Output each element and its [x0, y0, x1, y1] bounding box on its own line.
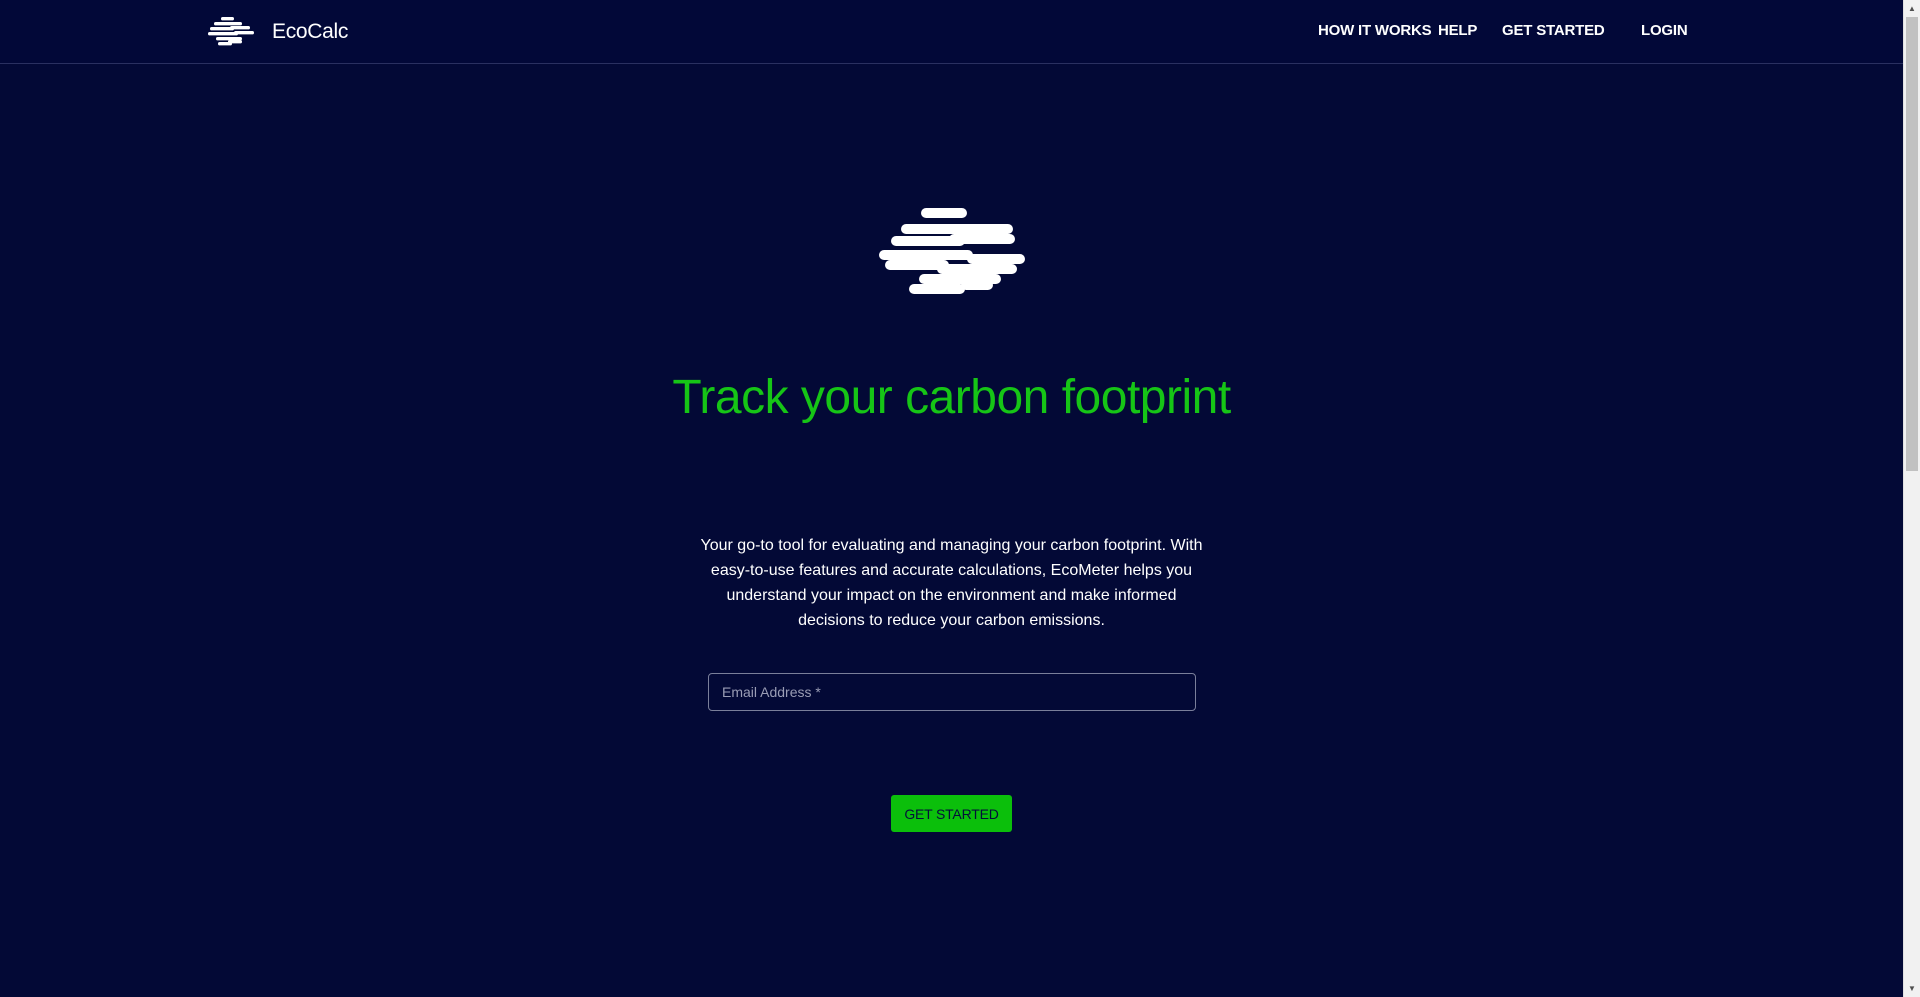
top-navbar: EcoCalc HOW IT WORKS HELP GET STARTED LO… — [0, 0, 1903, 64]
wind-stripes-logo-icon — [879, 208, 1025, 300]
email-field[interactable] — [709, 674, 1195, 710]
landing-page: EcoCalc HOW IT WORKS HELP GET STARTED LO… — [0, 0, 1920, 997]
hero-logo — [879, 208, 1025, 301]
nav-how-it-works[interactable]: HOW IT WORKS — [1318, 22, 1432, 39]
get-started-button[interactable]: GET STARTED — [891, 795, 1012, 832]
nav-help[interactable]: HELP — [1438, 22, 1477, 39]
nav-get-started[interactable]: GET STARTED — [1502, 22, 1605, 39]
scrollbar-thumb[interactable] — [1906, 17, 1918, 471]
hero-description: Your go-to tool for evaluating and manag… — [700, 537, 1203, 629]
vertical-scrollbar[interactable]: ▲ ▼ — [1903, 0, 1920, 997]
scroll-up-arrow-icon[interactable]: ▲ — [1904, 0, 1920, 17]
hero-title: Track your carbon footprint — [672, 371, 1231, 424]
nav-login[interactable]: LOGIN — [1641, 22, 1688, 39]
main-nav: HOW IT WORKS HELP GET STARTED LOGIN — [0, 0, 1903, 62]
email-field-container — [708, 673, 1196, 711]
scroll-down-arrow-icon[interactable]: ▼ — [1904, 980, 1920, 997]
